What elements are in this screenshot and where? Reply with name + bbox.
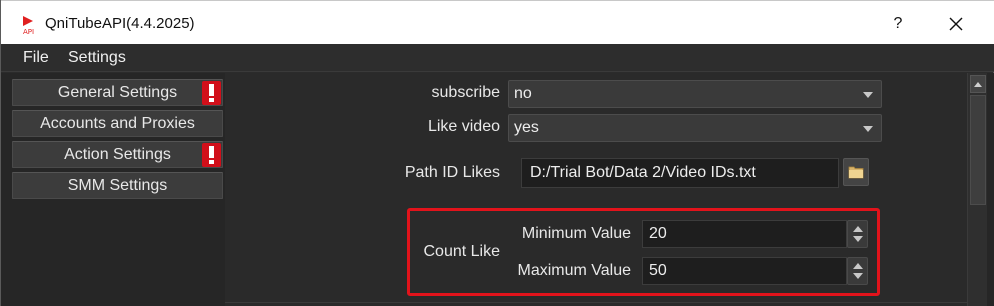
like-video-select[interactable]: yes: [508, 114, 882, 142]
chevron-down-icon: [863, 126, 873, 132]
path-id-likes-input[interactable]: D:/Trial Bot/Data 2/Video IDs.txt: [521, 158, 839, 188]
nav-accounts-and-proxies[interactable]: Accounts and Proxies: [12, 110, 223, 137]
exclamation-icon: [209, 84, 214, 102]
vertical-scrollbar[interactable]: [967, 73, 987, 306]
subscribe-select[interactable]: no: [508, 80, 882, 108]
chevron-down-icon: [863, 92, 873, 98]
menu-file[interactable]: File: [23, 49, 49, 67]
app-logo-icon: API: [20, 15, 38, 36]
nav-label: General Settings: [57, 84, 178, 101]
count-like-label: Count Like: [423, 243, 501, 260]
path-id-likes-label: Path ID Likes: [404, 164, 500, 181]
menu-bar: File Settings: [1, 44, 994, 72]
nav-action-settings[interactable]: Action Settings: [12, 141, 223, 168]
help-button[interactable]: ?: [883, 11, 913, 37]
scroll-up-button[interactable]: [970, 75, 986, 93]
minimum-value-stepper[interactable]: [847, 220, 868, 248]
folder-icon: [848, 166, 864, 179]
alert-badge: [202, 81, 221, 105]
stepper-up-icon[interactable]: [853, 263, 863, 269]
stepper-down-icon[interactable]: [853, 273, 863, 279]
subscribe-value: no: [514, 85, 532, 102]
nav-smm-settings[interactable]: SMM Settings: [12, 172, 223, 199]
subscribe-label: subscribe: [431, 84, 500, 101]
browse-folder-button[interactable]: [843, 158, 869, 186]
exclamation-icon: [209, 146, 214, 164]
nav-label: SMM Settings: [67, 177, 168, 194]
minimum-value-label: Minimum Value: [521, 225, 631, 242]
window-title: QniTubeAPI(4.4.2025): [45, 15, 195, 32]
svg-text:API: API: [23, 28, 34, 35]
menu-settings[interactable]: Settings: [68, 49, 126, 67]
close-icon: [949, 17, 963, 31]
maximum-value-input[interactable]: 50: [642, 257, 847, 285]
maximum-value-label: Maximum Value: [517, 262, 631, 279]
like-video-label: Like video: [427, 118, 500, 135]
nav-label: Action Settings: [64, 146, 171, 163]
like-video-value: yes: [514, 119, 539, 136]
close-button[interactable]: [934, 11, 978, 37]
minimum-value-input[interactable]: 20: [642, 220, 847, 248]
stepper-up-icon[interactable]: [853, 226, 863, 232]
title-bar: API QniTubeAPI(4.4.2025) ?: [1, 0, 994, 44]
app-window: API QniTubeAPI(4.4.2025) ? File Settings…: [0, 0, 994, 306]
alert-badge: [202, 143, 221, 167]
divider: [225, 302, 967, 303]
maximum-value-stepper[interactable]: [847, 257, 868, 285]
nav-label: Accounts and Proxies: [40, 115, 195, 132]
arrow-up-icon: [974, 82, 982, 87]
nav-general-settings[interactable]: General Settings: [12, 79, 223, 106]
stepper-down-icon[interactable]: [853, 236, 863, 242]
scrollbar-thumb[interactable]: [970, 95, 986, 205]
